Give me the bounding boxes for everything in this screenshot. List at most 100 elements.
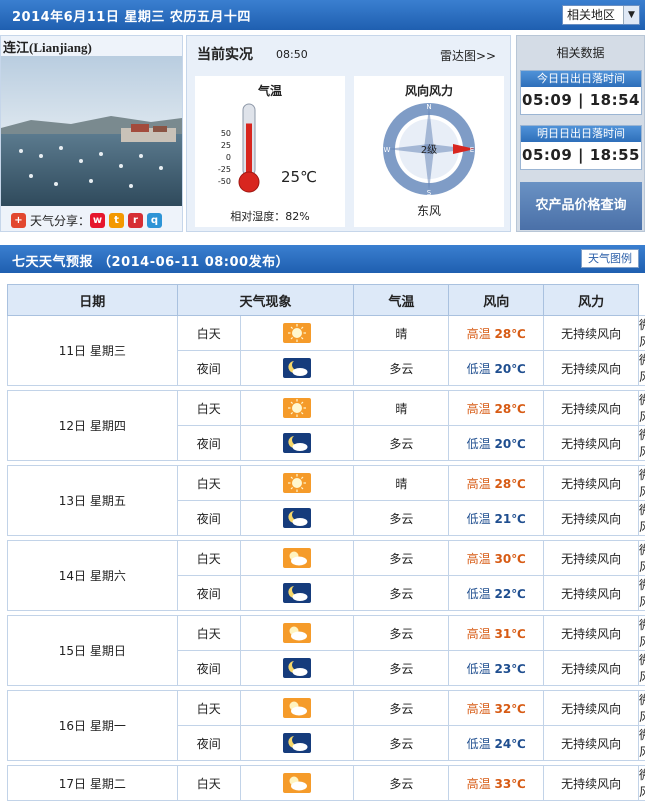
current-conditions-panel: 当前实况 08:50 雷达图>> 气温 50 25 0 -25 -50 25℃ …	[186, 35, 511, 232]
temperature-cell: 低温 23℃	[449, 651, 544, 686]
temp-type-label: 低温	[467, 737, 491, 751]
temp-value: 28℃	[495, 402, 526, 416]
temp-type-label: 高温	[467, 327, 491, 341]
temperature-cell: 低温 20℃	[449, 351, 544, 386]
temp-type-label: 高温	[467, 477, 491, 491]
wind-force-cell: 微风	[638, 466, 645, 501]
radar-link[interactable]: 雷达图>>	[440, 47, 496, 64]
table-row: 17日 星期二白天多云高温 33℃无持续风向微风	[8, 766, 645, 801]
weather-text: 多云	[354, 541, 449, 576]
temp-type-label: 低温	[467, 362, 491, 376]
qzone-icon[interactable]: q	[147, 213, 162, 228]
forecast-date: 13日 星期五	[8, 466, 178, 536]
table-row: 14日 星期六白天多云高温 30℃无持续风向微风	[8, 541, 645, 576]
temperature-cell: 低温 20℃	[449, 426, 544, 461]
temperature-cell: 高温 32℃	[449, 691, 544, 726]
weather-share: + 天气分享： w t r q	[11, 211, 166, 229]
weather-legend-button[interactable]: 天气图例	[581, 249, 639, 268]
wind-direction-cell: 无持续风向	[544, 651, 639, 686]
table-row: 13日 星期五白天晴高温 28℃无持续风向微风	[8, 466, 645, 501]
wind-force-cell: 微风	[638, 691, 645, 726]
tencent-weibo-icon[interactable]: t	[109, 213, 124, 228]
header-wind-dir: 风向	[449, 285, 544, 316]
weibo-icon[interactable]: w	[90, 213, 105, 228]
weather-text: 晴	[354, 466, 449, 501]
weather-text: 晴	[354, 316, 449, 351]
weather-text: 多云	[354, 651, 449, 686]
header-weather: 天气现象	[177, 285, 354, 316]
forecast-date: 14日 星期六	[8, 541, 178, 611]
thermometer-icon	[235, 102, 265, 194]
temp-type-label: 高温	[467, 627, 491, 641]
compass-w: W	[384, 146, 391, 154]
cloudy-night-icon	[283, 433, 311, 453]
period-label: 夜间	[177, 576, 240, 611]
temp-type-label: 高温	[467, 552, 491, 566]
temp-value: 33℃	[495, 777, 526, 791]
weather-text: 晴	[354, 391, 449, 426]
period-label: 夜间	[177, 501, 240, 536]
weather-text: 多云	[354, 766, 449, 801]
current-temperature: 25℃	[281, 168, 317, 186]
weather-text: 多云	[354, 726, 449, 761]
region-select[interactable]: 相关地区 ▼	[562, 5, 640, 25]
cloudy-day-icon	[283, 773, 311, 793]
wind-direction-cell: 无持续风向	[544, 541, 639, 576]
weather-cell	[240, 426, 354, 461]
chevron-down-icon[interactable]: ▼	[623, 6, 639, 24]
temperature-cell: 低温 24℃	[449, 726, 544, 761]
wind-force-cell: 微风	[638, 351, 645, 386]
price-query-button[interactable]: 农产品价格查询	[520, 182, 642, 230]
city-panel: 连江(Lianjiang)	[0, 35, 183, 232]
renren-icon[interactable]: r	[128, 213, 143, 228]
share-label: 天气分享：	[30, 212, 90, 229]
forecast-table: 日期 天气现象 气温 风向 风力 11日 星期三白天晴高温 28℃无持续风向微风…	[7, 284, 645, 801]
wind-compass-icon: N E S W 2级	[381, 101, 477, 197]
plus-icon: +	[11, 213, 26, 228]
wind-force-cell: 微风	[638, 726, 645, 761]
weather-cell	[240, 501, 354, 536]
table-header-row: 日期 天气现象 气温 风向 风力	[8, 285, 645, 316]
temperature-cell: 高温 28℃	[449, 316, 544, 351]
temp-value: 24℃	[495, 737, 526, 751]
weather-cell	[240, 576, 354, 611]
period-label: 夜间	[177, 351, 240, 386]
wind-force-cell: 微风	[638, 501, 645, 536]
wind-force-cell: 微风	[638, 766, 645, 801]
temperature-cell: 高温 31℃	[449, 616, 544, 651]
related-data-panel: 相关数据 今日日出日落时间 05:09 | 18:54 明日日出日落时间 05:…	[516, 35, 645, 232]
period-label: 白天	[177, 541, 240, 576]
wind-force-cell: 微风	[638, 576, 645, 611]
cloudy-night-icon	[283, 358, 311, 378]
sunny-icon	[283, 323, 311, 343]
cloudy-day-icon	[283, 548, 311, 568]
wind-box: 风向风力 N E S W 2级 东风	[354, 76, 504, 227]
weather-text: 多云	[354, 426, 449, 461]
temp-value: 20℃	[495, 362, 526, 376]
wind-force-cell: 微风	[638, 616, 645, 651]
temp-type-label: 低温	[467, 587, 491, 601]
city-name: 连江(Lianjiang)	[3, 37, 92, 56]
weather-cell	[240, 466, 354, 501]
wind-direction-cell: 无持续风向	[544, 766, 639, 801]
today-sun-label: 今日日出日落时间	[521, 71, 641, 87]
header-date: 日期	[8, 285, 178, 316]
weather-text: 多云	[354, 351, 449, 386]
period-label: 白天	[177, 316, 240, 351]
weather-cell	[240, 651, 354, 686]
forecast-title: 七天天气预报 （2014-06-11 08:00发布）	[12, 251, 289, 270]
temperature-cell: 低温 22℃	[449, 576, 544, 611]
table-row: 12日 星期四白天晴高温 28℃无持续风向微风	[8, 391, 645, 426]
table-row: 15日 星期日白天多云高温 31℃无持续风向微风	[8, 616, 645, 651]
cloudy-day-icon	[283, 698, 311, 718]
wind-direction-cell: 无持续风向	[544, 351, 639, 386]
today-sun-times: 05:09 | 18:54	[521, 87, 641, 114]
today-sun-box: 今日日出日落时间 05:09 | 18:54	[520, 70, 642, 115]
wind-direction-cell: 无持续风向	[544, 726, 639, 761]
weather-cell	[240, 391, 354, 426]
temp-value: 28℃	[495, 477, 526, 491]
wind-direction-cell: 无持续风向	[544, 576, 639, 611]
tomorrow-sun-label: 明日日出日落时间	[521, 126, 641, 142]
weather-cell	[240, 766, 354, 801]
table-row: 11日 星期三白天晴高温 28℃无持续风向微风	[8, 316, 645, 351]
